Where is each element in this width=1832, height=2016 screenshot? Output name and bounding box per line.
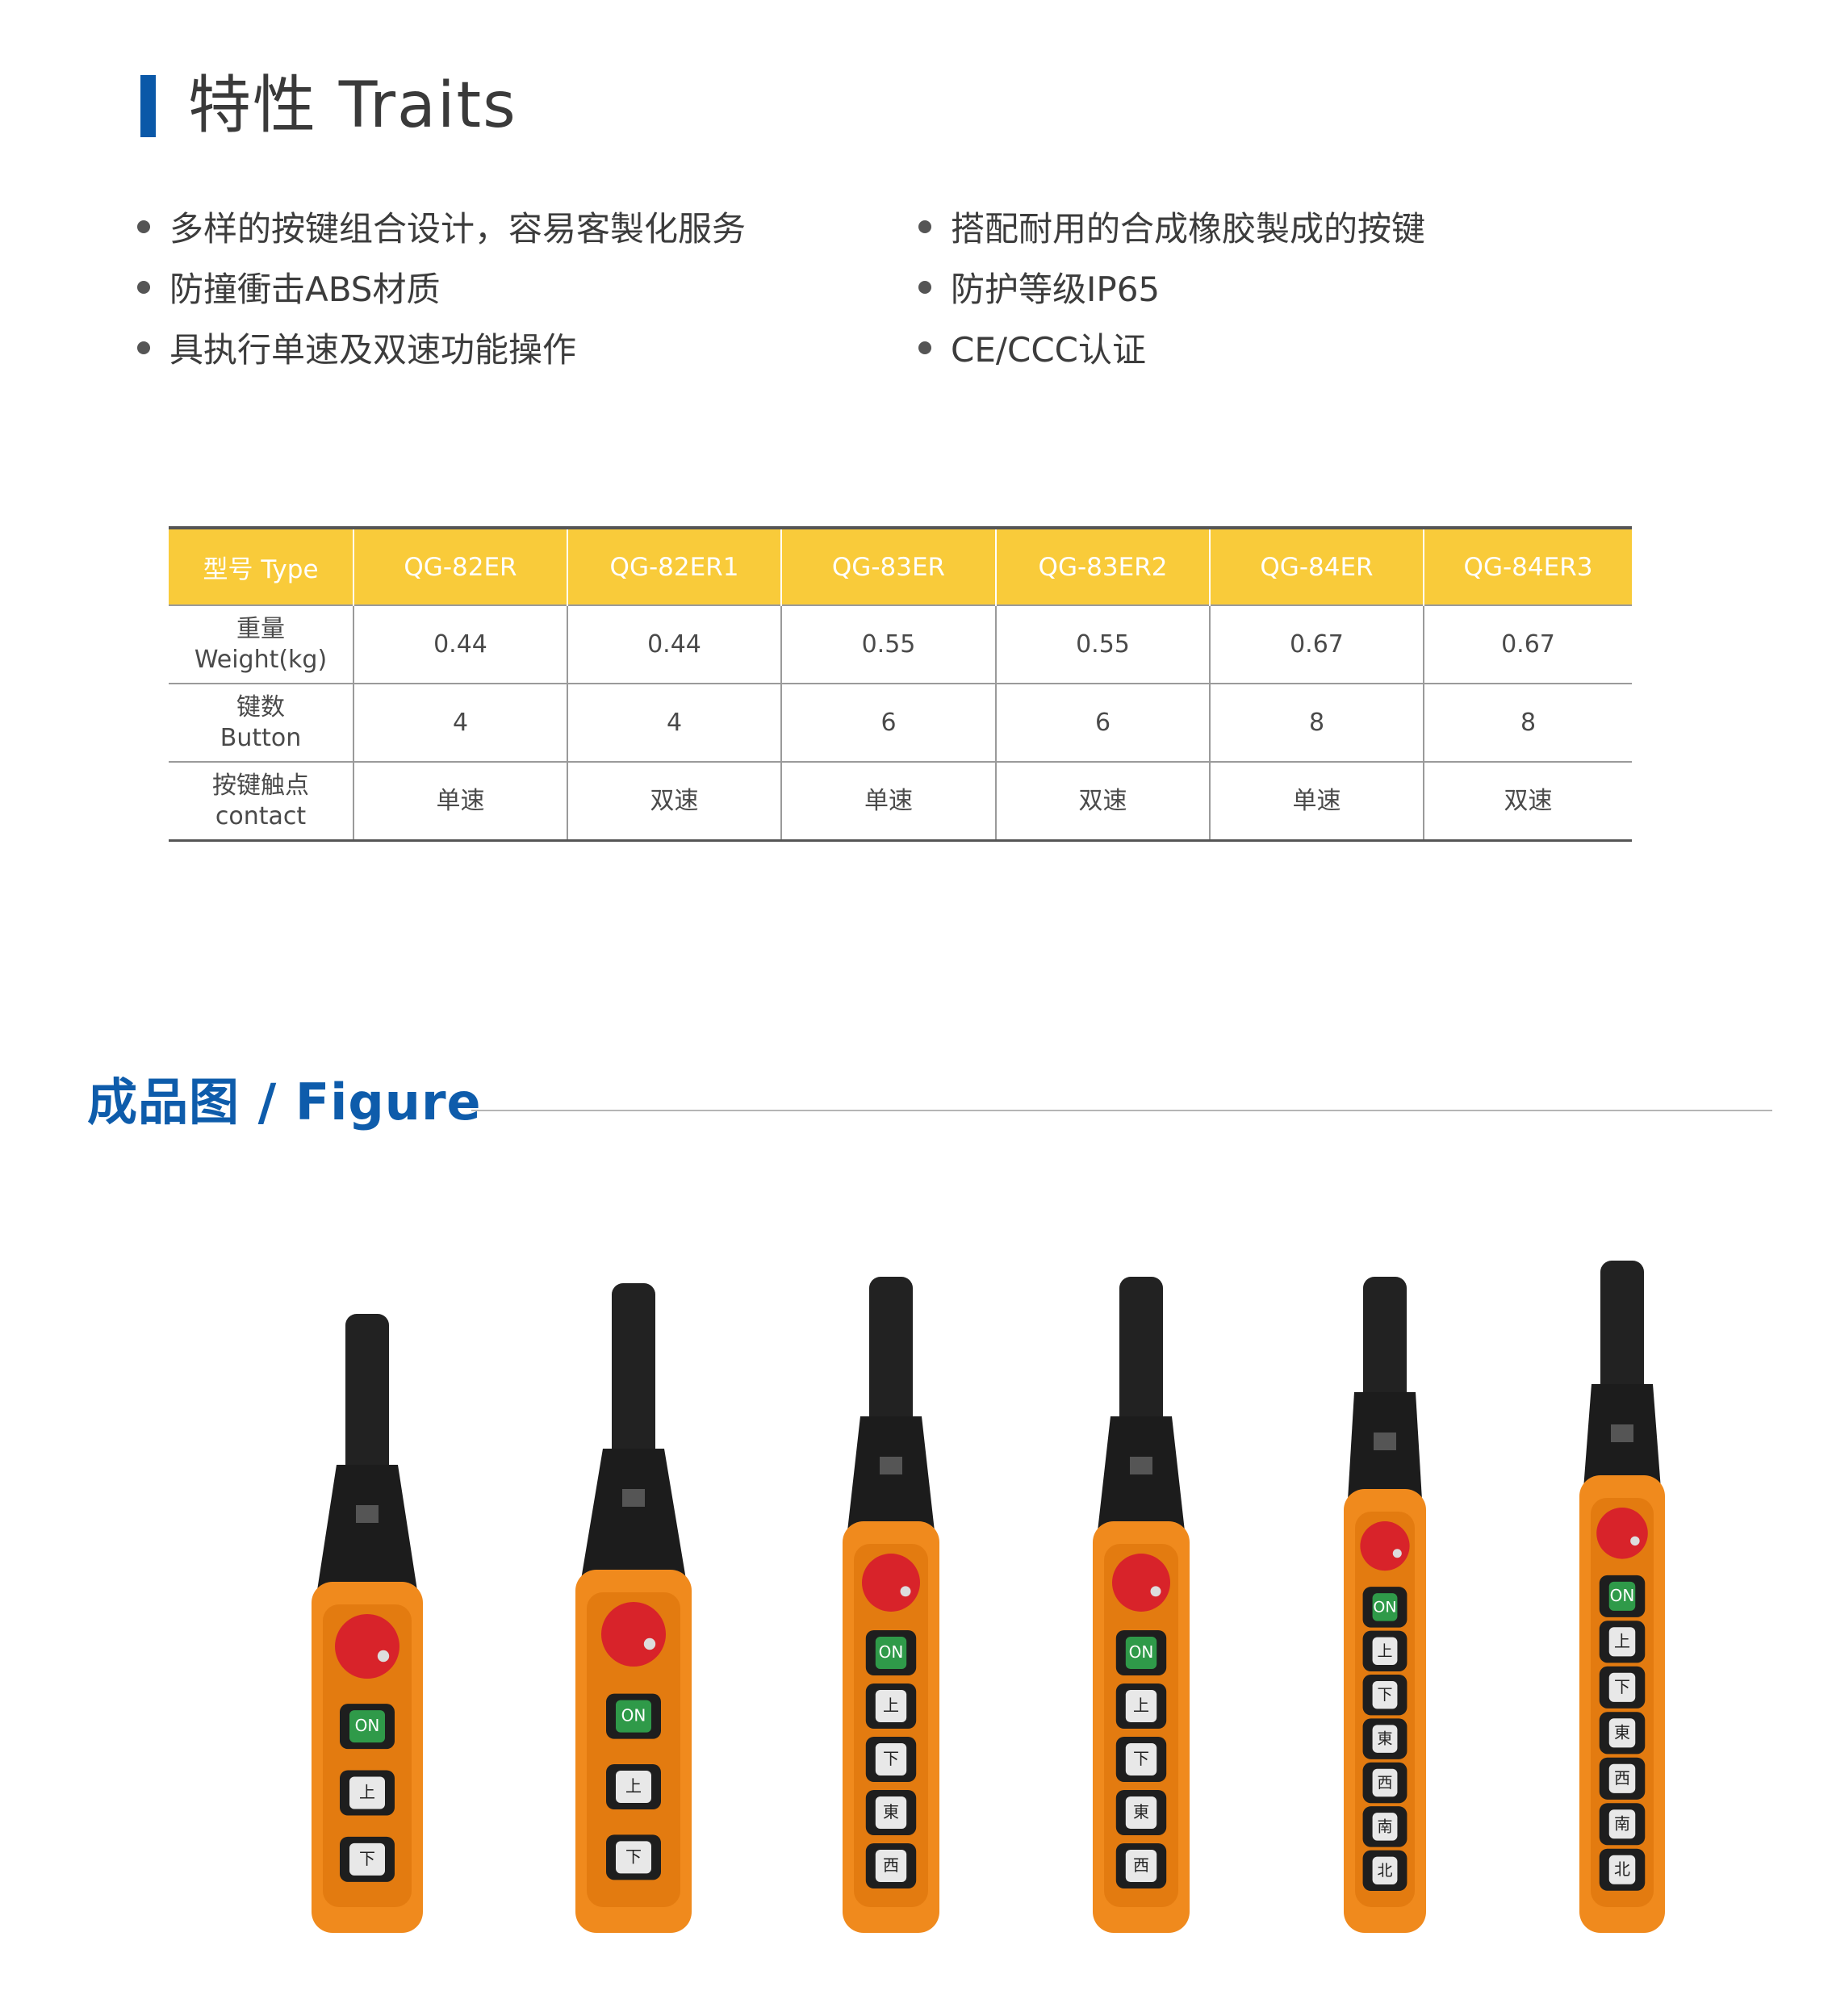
emergency-stop-button[interactable]: [1596, 1508, 1648, 1559]
pendant-qg-84er3: ON 上下東西南北: [1579, 1261, 1665, 1933]
button-label: 下: [1133, 1749, 1149, 1768]
emergency-stop-button[interactable]: [1360, 1521, 1410, 1571]
emergency-stop-button[interactable]: [335, 1614, 399, 1679]
button-label: 上: [359, 1783, 375, 1802]
button-label: 北: [1377, 1862, 1392, 1880]
button-label: 西: [1133, 1855, 1149, 1875]
button-label: 西: [1377, 1774, 1392, 1792]
button-label: 東: [1614, 1722, 1630, 1742]
stop-marker: [1392, 1549, 1402, 1558]
pendant-qg-84er: ON 上下東西南北: [1344, 1277, 1426, 1933]
hook-clip: [1611, 1424, 1633, 1442]
stop-marker: [377, 1650, 390, 1663]
button-label: 東: [1377, 1730, 1392, 1748]
button-label: ON: [355, 1716, 380, 1735]
stop-marker: [643, 1637, 656, 1650]
button-label: 下: [359, 1849, 375, 1868]
button-label: 下: [1377, 1686, 1392, 1704]
hook-clip: [1374, 1433, 1396, 1450]
button-label: 東: [1133, 1802, 1149, 1822]
stop-marker: [1150, 1586, 1161, 1597]
button-label: 北: [1614, 1859, 1630, 1879]
hook-clip: [622, 1489, 645, 1507]
pendant-qg-83er: ON 上下東西: [843, 1277, 939, 1933]
button-label: ON: [621, 1706, 646, 1725]
button-label: ON: [1373, 1598, 1396, 1616]
button-label: 上: [1133, 1696, 1149, 1715]
button-label: 上: [1614, 1631, 1630, 1650]
emergency-stop-button[interactable]: [1112, 1554, 1170, 1612]
pendant-qg-83er2: ON 上下東西: [1093, 1277, 1190, 1933]
button-label: 下: [883, 1749, 899, 1768]
button-label: 上: [1377, 1642, 1392, 1660]
pendant-qg-82er: ON 上下: [312, 1314, 423, 1933]
button-label: ON: [1610, 1586, 1635, 1605]
stop-marker: [1630, 1536, 1640, 1546]
button-label: 西: [1614, 1768, 1630, 1788]
emergency-stop-button[interactable]: [601, 1602, 666, 1667]
button-label: 上: [883, 1696, 899, 1715]
button-label: 西: [883, 1855, 899, 1875]
emergency-stop-button[interactable]: [862, 1554, 920, 1612]
button-label: ON: [879, 1642, 904, 1662]
pendant-qg-82er1: ON 上下: [575, 1283, 692, 1933]
button-label: ON: [1129, 1642, 1154, 1662]
hook-clip: [880, 1457, 902, 1474]
button-label: 南: [1377, 1817, 1392, 1835]
pendant-illustrations: ON上下ON上下ON上下東西ON上下東西ON上下東西南北ON上下東西南北: [312, 1261, 1665, 1933]
hook-clip: [356, 1505, 379, 1523]
hook-clip: [1130, 1457, 1152, 1474]
button-label: 南: [1614, 1813, 1630, 1833]
button-label: 下: [1614, 1677, 1630, 1696]
button-label: 東: [883, 1802, 899, 1822]
button-label: 下: [625, 1847, 642, 1866]
stop-marker: [900, 1586, 911, 1597]
button-label: 上: [625, 1776, 642, 1796]
